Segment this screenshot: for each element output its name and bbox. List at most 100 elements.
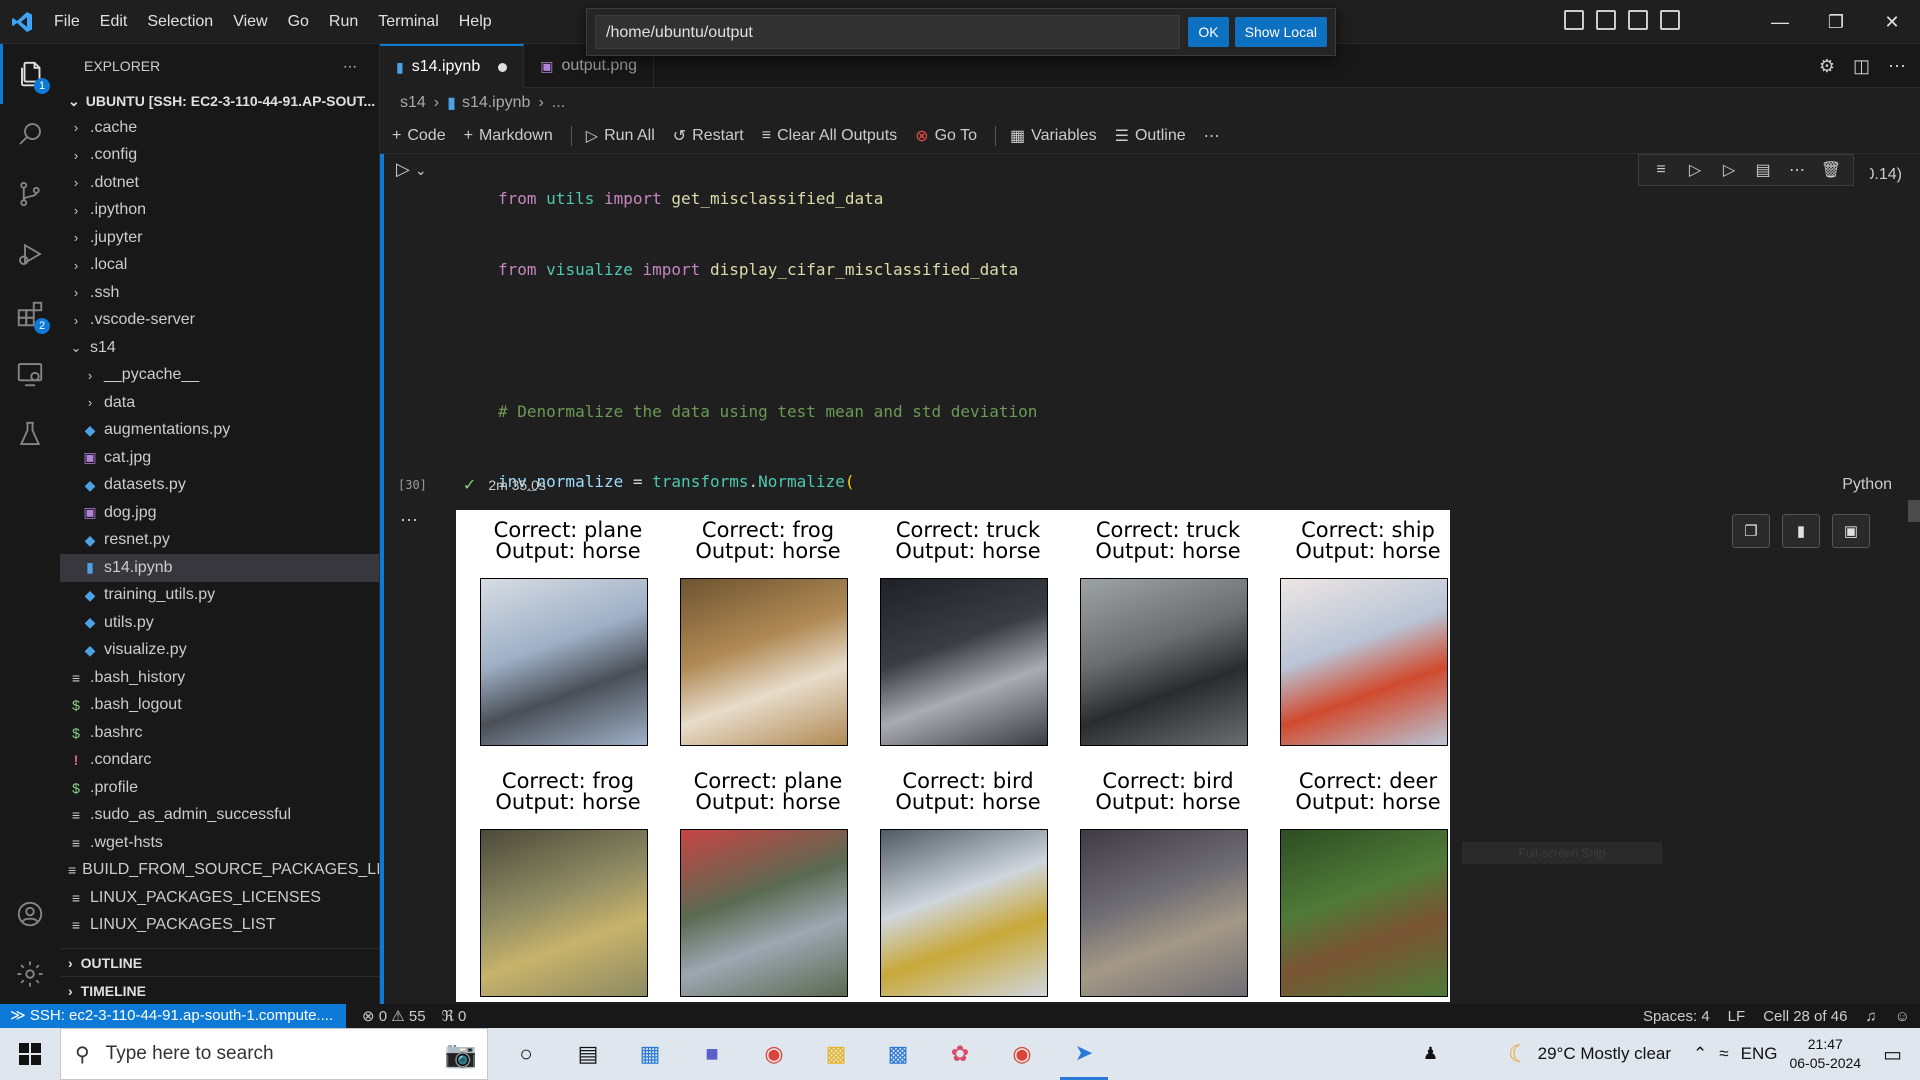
chrome-profile-icon[interactable]: ◉	[998, 1028, 1046, 1080]
tree-item[interactable]: ◆ resnet.py	[60, 527, 379, 555]
menu-run[interactable]: Run	[319, 0, 368, 44]
chrome-icon[interactable]: ◉	[750, 1028, 798, 1080]
tree-item[interactable]: › .cache	[60, 114, 379, 142]
run-cell-icon[interactable]: ▷ ⌄	[396, 159, 427, 180]
breadcrumb-folder[interactable]: s14	[400, 94, 426, 112]
add-markdown-button[interactable]: + Markdown	[464, 127, 553, 145]
weather-widget[interactable]: ☾ 29°C Mostly clear	[1508, 1040, 1671, 1069]
cell-language[interactable]: Python	[1842, 476, 1892, 494]
bell-icon[interactable]: ♫	[1865, 1008, 1876, 1025]
menu-edit[interactable]: Edit	[90, 0, 138, 44]
plot-viewer-icon[interactable]: ▮	[1782, 514, 1820, 548]
tree-item[interactable]: ◆ utils.py	[60, 609, 379, 637]
tree-item[interactable]: ⌄ s14	[60, 334, 379, 362]
more-cell-actions-icon[interactable]: ⋯	[1783, 160, 1811, 180]
run-all-button[interactable]: ▷ Run All	[586, 126, 655, 146]
run-debug-icon[interactable]	[0, 224, 60, 284]
tree-item[interactable]: ≡ .sudo_as_admin_successful	[60, 802, 379, 830]
tree-item[interactable]: $ .bash_logout	[60, 692, 379, 720]
remote-indicator[interactable]: ≫ SSH: ec2-3-110-44-91.ap-south-1.comput…	[0, 1004, 346, 1028]
chevron-up-icon[interactable]: ⌃	[1693, 1044, 1707, 1064]
cortana-icon[interactable]: ○	[502, 1028, 550, 1080]
cell-editor[interactable]: from utils import get_misclassified_data…	[480, 154, 1870, 498]
outline-section[interactable]: › OUTLINE	[60, 948, 380, 976]
ports-indicator[interactable]: ℜ 0	[442, 1007, 467, 1025]
accounts-icon[interactable]	[0, 884, 60, 944]
indentation[interactable]: Spaces: 4	[1643, 1008, 1710, 1025]
editor-scrollbar[interactable]	[1906, 154, 1920, 1004]
save-icon[interactable]: ▣	[1832, 514, 1870, 548]
snipping-tool-icon[interactable]: ✿	[936, 1028, 984, 1080]
tree-item[interactable]: ◆ training_utils.py	[60, 582, 379, 610]
notifications-icon[interactable]: ▭	[1883, 1042, 1902, 1067]
path-input[interactable]: /home/ubuntu/output	[595, 15, 1181, 49]
tree-item[interactable]: ◆ visualize.py	[60, 637, 379, 665]
timeline-section[interactable]: › TIMELINE	[60, 976, 380, 1004]
outline-button[interactable]: ☰ Outline	[1115, 126, 1186, 146]
execute-above-icon[interactable]: ▷	[1681, 160, 1709, 180]
tree-item[interactable]: › __pycache__	[60, 362, 379, 390]
variables-button[interactable]: ▦ Variables	[1010, 126, 1097, 146]
tree-item[interactable]: $ .profile	[60, 774, 379, 802]
more-actions-icon[interactable]: ⋯	[343, 58, 357, 75]
run-by-line-icon[interactable]: ≡	[1647, 161, 1675, 179]
tree-item[interactable]: ▣ dog.jpg	[60, 499, 379, 527]
end-of-line[interactable]: LF	[1728, 1008, 1746, 1025]
tree-item[interactable]: ≡ .bash_history	[60, 664, 379, 692]
remote-explorer-icon[interactable]	[0, 344, 60, 404]
tree-item[interactable]: › .jupyter	[60, 224, 379, 252]
toggle-secondary-sidebar-icon[interactable]	[1628, 10, 1648, 30]
close-icon[interactable]: ✕	[1864, 0, 1920, 44]
calculator-icon[interactable]: ▦	[626, 1028, 674, 1080]
show-local-button[interactable]: Show Local	[1234, 17, 1327, 47]
menu-go[interactable]: Go	[278, 0, 319, 44]
ok-button[interactable]: OK	[1188, 17, 1229, 47]
menu-selection[interactable]: Selection	[137, 0, 223, 44]
menu-help[interactable]: Help	[449, 0, 502, 44]
windows-start-icon[interactable]	[0, 1028, 60, 1080]
cell-position[interactable]: Cell 28 of 46	[1763, 1008, 1847, 1025]
tree-item[interactable]: ▮ s14.ipynb	[60, 554, 379, 582]
explorer-icon[interactable]: 1	[0, 44, 60, 104]
tree-item[interactable]: ◆ augmentations.py	[60, 417, 379, 445]
settings-gear-icon[interactable]: ⚙	[1819, 56, 1835, 77]
breadcrumb-file[interactable]: s14.ipynb	[462, 94, 531, 112]
go-to-button[interactable]: ⊗ Go To	[915, 126, 977, 146]
breadcrumb-more[interactable]: ...	[552, 94, 565, 112]
more-actions-icon[interactable]: ⋯	[1888, 56, 1906, 77]
scrollbar-thumb[interactable]	[1908, 500, 1920, 522]
wifi-icon[interactable]: ≈	[1719, 1044, 1728, 1064]
extensions-icon[interactable]: 2	[0, 284, 60, 344]
workspace-root[interactable]: ⌄ UBUNTU [SSH: EC2-3-110-44-91.AP-SOUT..…	[60, 88, 379, 114]
menu-terminal[interactable]: Terminal	[368, 0, 448, 44]
tree-item[interactable]: › .vscode-server	[60, 307, 379, 335]
tree-item[interactable]: ▣ cat.jpg	[60, 444, 379, 472]
tree-item[interactable]: › .ssh	[60, 279, 379, 307]
restore-icon[interactable]: ❐	[1808, 0, 1864, 44]
teams-icon[interactable]: ■	[688, 1028, 736, 1080]
unsaved-dot-icon[interactable]	[498, 62, 508, 72]
testing-icon[interactable]	[0, 404, 60, 464]
menu-view[interactable]: View	[223, 0, 277, 44]
people-icon[interactable]: ♟	[1423, 1044, 1438, 1064]
menu-file[interactable]: File	[44, 0, 90, 44]
minimize-icon[interactable]: —	[1752, 0, 1808, 44]
task-view-icon[interactable]: ▤	[564, 1028, 612, 1080]
tree-item[interactable]: › .dotnet	[60, 169, 379, 197]
tree-item[interactable]: ≡ LINUX_PACKAGES_LICENSES	[60, 884, 379, 912]
manage-gear-icon[interactable]	[0, 944, 60, 1004]
add-code-button[interactable]: + Code	[392, 127, 446, 145]
source-control-icon[interactable]	[0, 164, 60, 224]
tree-item[interactable]: ! .condarc	[60, 747, 379, 775]
tab-s14-ipynb[interactable]: ▮ s14.ipynb	[380, 44, 525, 88]
tree-item[interactable]: $ .bashrc	[60, 719, 379, 747]
toggle-sidebar-icon[interactable]	[1564, 10, 1584, 30]
clock[interactable]: 21:47 06-05-2024	[1789, 1035, 1861, 1073]
tree-item[interactable]: ≡ LINUX_PACKAGES_LIST	[60, 912, 379, 940]
output-actions-icon[interactable]: ⋯	[400, 510, 418, 531]
customize-layout-icon[interactable]	[1660, 10, 1680, 30]
tree-item[interactable]: › .ipython	[60, 197, 379, 225]
tree-item[interactable]: › data	[60, 389, 379, 417]
tree-item[interactable]: ◆ datasets.py	[60, 472, 379, 500]
split-editor-icon[interactable]: ◫	[1853, 56, 1870, 77]
